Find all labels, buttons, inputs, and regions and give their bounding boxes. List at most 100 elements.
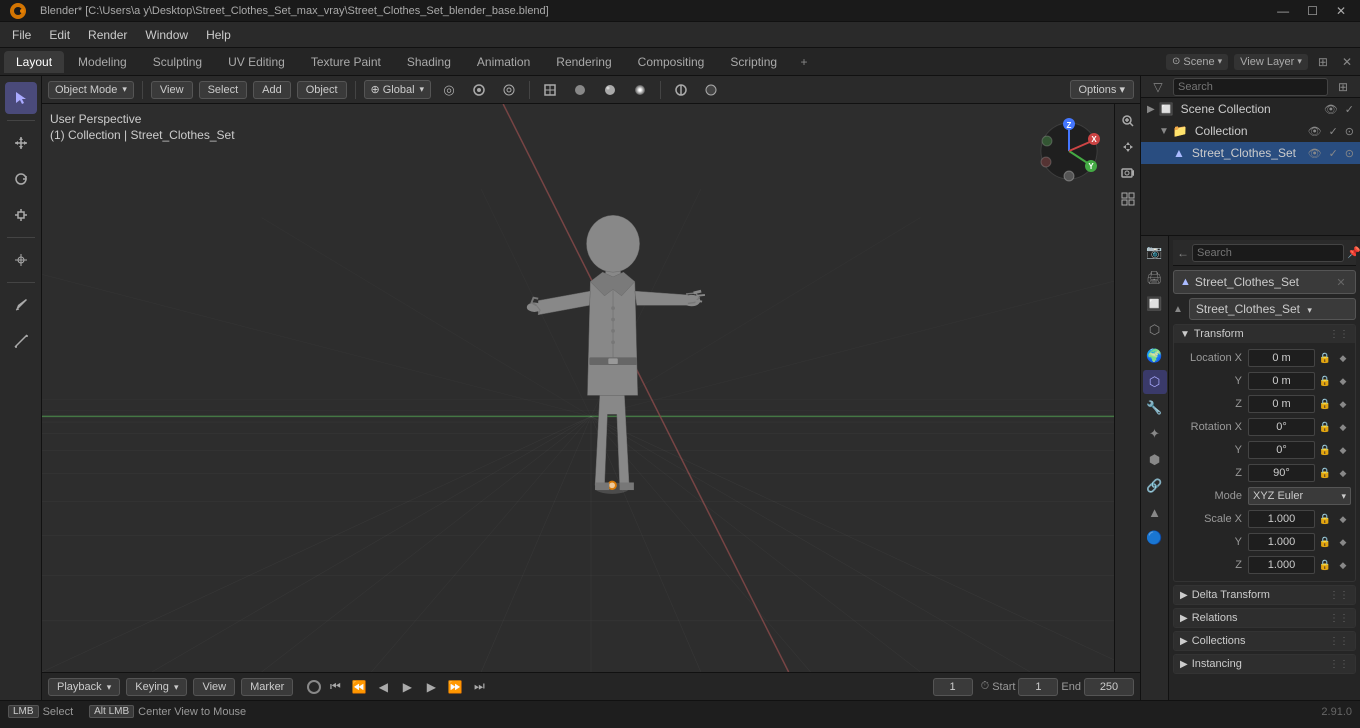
scale-tool-button[interactable] [5,199,37,231]
location-x-field[interactable]: 0 m [1248,349,1315,367]
viewport-canvas[interactable]: User Perspective (1) Collection | Street… [42,104,1140,672]
scale-z-field[interactable]: 1.000 [1248,556,1315,574]
rotation-y-lock[interactable]: 🔒 [1317,441,1333,459]
props-back-button[interactable]: ← [1177,242,1189,264]
overlay-toggle-button[interactable] [669,79,693,101]
move-tool-button[interactable] [5,127,37,159]
location-z-keyframe[interactable]: ◆ [1335,395,1351,413]
add-workspace-button[interactable]: + [793,51,815,73]
props-object-icon[interactable]: ⬡ [1143,370,1167,394]
next-frame-button[interactable]: ▶ [421,677,441,697]
outliner-street-clothes-set[interactable]: ▲ Street_Clothes_Set 👁 ✓ ⊙ [1141,142,1360,164]
tab-compositing[interactable]: Compositing [626,51,717,73]
scale-y-keyframe[interactable]: ◆ [1335,533,1351,551]
collections-header[interactable]: ▶ Collections ⋮⋮ [1174,632,1355,650]
rotation-x-field[interactable]: 0° [1248,418,1315,436]
delta-transform-header[interactable]: ▶ Delta Transform ⋮⋮ [1174,586,1355,604]
object-menu-button[interactable]: Object [297,81,347,99]
rotation-y-keyframe[interactable]: ◆ [1335,441,1351,459]
proportional-edit-button[interactable] [497,79,521,101]
workspace-expand-button[interactable]: ⊞ [1314,53,1332,71]
menu-edit[interactable]: Edit [41,26,78,44]
view-layer-selector[interactable]: View Layer ▾ [1234,54,1308,70]
tab-sculpting[interactable]: Sculpting [141,51,214,73]
scene-selector[interactable]: ⊙ Scene ▾ [1166,54,1228,70]
props-particles-icon[interactable]: ✦ [1143,422,1167,446]
tab-rendering[interactable]: Rendering [544,51,623,73]
viewport-shading-wire[interactable] [538,79,562,101]
tab-scripting[interactable]: Scripting [718,51,789,73]
location-z-lock[interactable]: 🔒 [1317,395,1333,413]
prev-keyframe-button[interactable]: ⏪ [349,677,369,697]
view-menu-button[interactable]: View [151,81,193,99]
tab-uv-editing[interactable]: UV Editing [216,51,297,73]
props-modifier-icon[interactable]: 🔧 [1143,396,1167,420]
rotation-x-lock[interactable]: 🔒 [1317,418,1333,436]
xray-toggle-button[interactable] [699,79,723,101]
view-menu-tl[interactable]: View [193,678,235,696]
pivot-button[interactable]: ◎ [437,79,461,101]
props-material-icon[interactable]: 🔵 [1143,526,1167,550]
viewport-shading-rendered[interactable] [628,79,652,101]
rotation-z-keyframe[interactable]: ◆ [1335,464,1351,482]
transform-header[interactable]: ▼ Transform ⋮⋮ [1174,325,1355,343]
rotation-z-field[interactable]: 90° [1248,464,1315,482]
workspace-settings-icon[interactable]: ✕ [1338,53,1356,71]
prev-frame-button[interactable]: ◀ [373,677,393,697]
outliner-scene-collection[interactable]: ▶ 🔲 Scene Collection 👁 ✓ [1141,98,1360,120]
jump-start-button[interactable]: ⏮ [325,677,345,697]
next-keyframe-button[interactable]: ⏩ [445,677,465,697]
options-button[interactable]: Options ▾ [1070,80,1135,99]
outliner-collection[interactable]: ▼ 📁 Collection 👁 ✓ ⊙ [1141,120,1360,142]
keying-menu[interactable]: Keying ▾ [126,678,187,696]
tab-animation[interactable]: Animation [465,51,542,73]
object-name-field[interactable]: ▲ Street_Clothes_Set ✕ [1173,270,1356,294]
axis-gizmo[interactable]: Z Y X [1034,116,1104,186]
menu-render[interactable]: Render [80,26,135,44]
outliner-filter-button[interactable]: ▽ [1147,76,1169,98]
rotation-mode-dropdown[interactable]: XYZ Euler ▾ [1248,487,1351,505]
select-menu-button[interactable]: Select [199,81,248,99]
tab-texture-paint[interactable]: Texture Paint [299,51,393,73]
scale-x-lock[interactable]: 🔒 [1317,510,1333,528]
marker-menu[interactable]: Marker [241,678,293,696]
current-frame-field[interactable]: 1 [933,678,973,696]
props-world-icon[interactable]: 🌍 [1143,344,1167,368]
location-y-field[interactable]: 0 m [1248,372,1315,390]
jump-end-button[interactable]: ⏭ [469,677,489,697]
snap-button[interactable] [467,79,491,101]
rotation-z-lock[interactable]: 🔒 [1317,464,1333,482]
tab-layout[interactable]: Layout [4,51,64,73]
props-physics-icon[interactable]: ⬢ [1143,448,1167,472]
camera-view-button[interactable] [1117,162,1139,184]
instancing-header[interactable]: ▶ Instancing ⋮⋮ [1174,655,1355,673]
scale-x-field[interactable]: 1.000 [1248,510,1315,528]
rotation-x-keyframe[interactable]: ◆ [1335,418,1351,436]
zoom-in-button[interactable] [1117,110,1139,132]
transform-dropdown[interactable]: ⊕ Global ▾ [364,80,432,99]
location-x-keyframe[interactable]: ◆ [1335,349,1351,367]
play-button[interactable]: ▶ [397,677,417,697]
close-button[interactable]: ✕ [1330,2,1352,20]
props-scene-icon[interactable]: ⬡ [1143,318,1167,342]
props-data-icon[interactable]: ▲ [1143,500,1167,524]
transform-tool-button[interactable] [5,244,37,276]
location-y-lock[interactable]: 🔒 [1317,372,1333,390]
viewport-shading-solid[interactable] [568,79,592,101]
scale-y-lock[interactable]: 🔒 [1317,533,1333,551]
relations-header[interactable]: ▶ Relations ⋮⋮ [1174,609,1355,627]
grid-button[interactable] [1117,188,1139,210]
location-y-keyframe[interactable]: ◆ [1335,372,1351,390]
props-view-layer-icon[interactable]: 🔲 [1143,292,1167,316]
object-mode-dropdown[interactable]: Object Mode ▾ [48,81,134,99]
rotate-tool-button[interactable] [5,163,37,195]
location-x-lock[interactable]: 🔒 [1317,349,1333,367]
scale-z-lock[interactable]: 🔒 [1317,556,1333,574]
menu-help[interactable]: Help [198,26,239,44]
props-constraints-icon[interactable]: 🔗 [1143,474,1167,498]
props-pin-button[interactable]: 📌 [1347,245,1360,261]
end-frame-field[interactable]: 250 [1084,678,1134,696]
scale-y-field[interactable]: 1.000 [1248,533,1315,551]
annotate-tool-button[interactable] [5,289,37,321]
viewport-shading-material[interactable] [598,79,622,101]
